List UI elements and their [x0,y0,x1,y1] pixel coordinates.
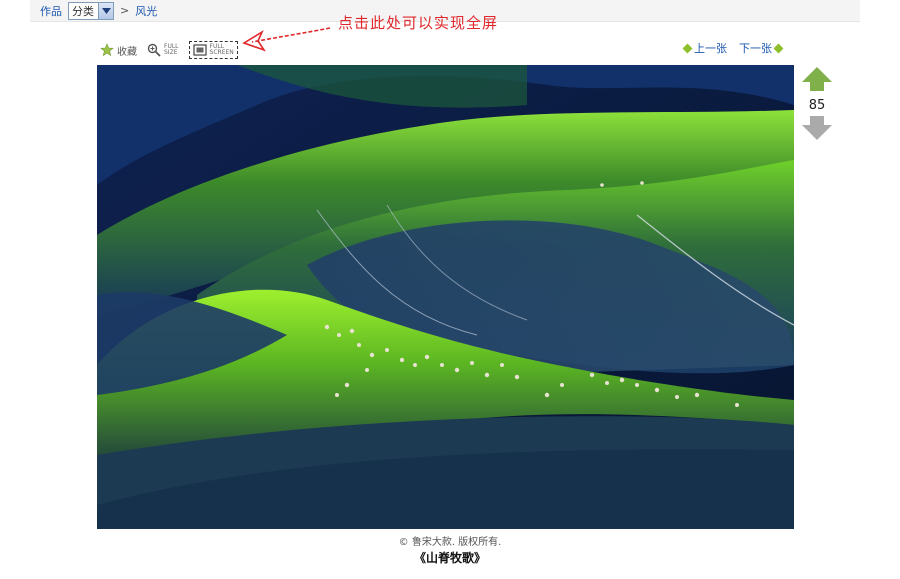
chevron-down-icon [98,2,113,19]
works-link[interactable]: 作品 [40,3,62,19]
breadcrumb-current[interactable]: 风光 [135,3,157,19]
prev-photo-link[interactable]: 上一张 [682,40,727,56]
vote-up-icon[interactable] [801,66,833,92]
favorite-button[interactable]: 收藏 [100,43,137,58]
full-size-button[interactable]: FULL SIZE [147,43,179,57]
diamond-bullet-icon [682,43,693,53]
favorite-label: 收藏 [117,46,137,58]
main-photo[interactable] [97,65,794,529]
category-select[interactable]: 分类 [68,1,114,20]
photo-tools: 收藏 FULL SIZE FULL SCREEN [100,38,238,62]
prev-photo-label: 上一张 [694,42,727,55]
full-size-label-line2: SIZE [164,49,178,56]
category-select-value: 分类 [72,4,94,18]
zoom-icon [147,43,161,57]
photo-viewer-page: 作品 分类 > 风光 收藏 FULL SIZE FULL SCREEN 点击此处… [0,0,900,579]
vote-count: 85 [808,98,826,113]
annotation-text: 点击此处可以实现全屏 [338,14,499,32]
full-screen-icon [192,44,207,56]
full-screen-label: FULL SCREEN [210,44,234,56]
photo-copyright: © 鲁宋大款. 版权所有. [398,537,502,548]
landscape-photo-image [97,65,794,529]
vote-widget: 85 [800,66,834,145]
diamond-bullet-icon [773,43,784,53]
next-photo-label: 下一张 [739,42,772,55]
photo-caption: 《山脊牧歌》 [413,551,486,565]
full-screen-label-line2: SCREEN [209,49,234,56]
favorite-icon [100,43,114,57]
full-screen-button[interactable]: FULL SCREEN [188,41,238,59]
breadcrumb-separator: > [120,4,130,17]
pager: 上一张 下一张 [682,40,784,56]
next-photo-link[interactable]: 下一张 [739,40,784,56]
vote-down-icon[interactable] [801,115,833,141]
full-size-label: FULL SIZE [164,44,179,56]
